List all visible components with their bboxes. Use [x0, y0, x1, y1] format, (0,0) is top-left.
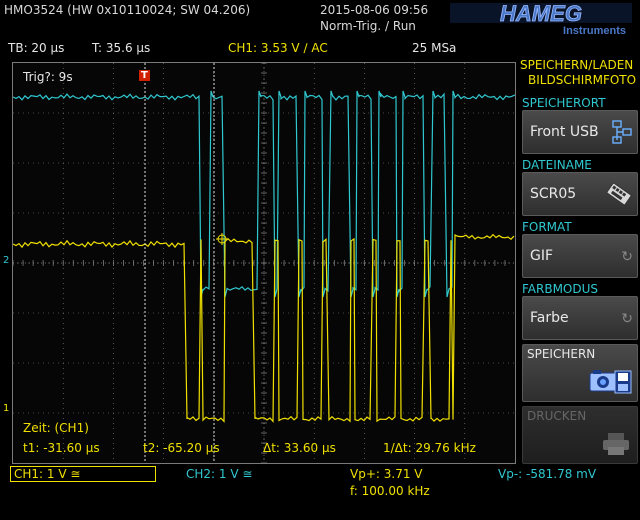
cursor-delta-t: Δt: 33.60 µs [263, 441, 336, 455]
section-title-colormode: FARBMODUS [522, 282, 599, 296]
section-title-format: FORMAT [522, 220, 572, 234]
ac-coupling-icon: ≅ [242, 467, 253, 481]
cursor-t2: t2: -65.20 µs [143, 441, 220, 455]
top-bar: HMO3524 (HW 0x10110024; SW 04.206) 2015-… [0, 0, 640, 40]
cursor-inverse-delta-t: 1/Δt: 29.76 kHz [383, 441, 476, 455]
rotary-knob-icon: ↻ [621, 311, 633, 327]
cursor-title: Zeit: (CH1) [23, 421, 89, 435]
trigger-time[interactable]: T: 35.6 µs [92, 41, 150, 55]
storage-location-button[interactable]: Front USB [522, 110, 638, 154]
sample-rate: 25 MSa [412, 41, 457, 55]
ch1-waveform [13, 233, 515, 423]
save-button[interactable]: SPEICHERN [522, 344, 638, 402]
brand-name: HAMEG [500, 3, 582, 26]
filename-value: SCR05 [530, 186, 577, 202]
device-info: HMO3524 (HW 0x10110024; SW 04.206) [4, 3, 251, 17]
softmenu-sidebar: SPEICHERN/LADEN BILDSCHIRMFOTO SPEICHERO… [520, 58, 640, 504]
section-title-location: SPEICHERORT [522, 96, 606, 110]
section-title-filename: DATEINAME [522, 158, 592, 172]
keyboard-icon [605, 180, 633, 212]
ch2-scale[interactable]: CH2: 1 V ≅ [186, 467, 252, 481]
ch2-offset-marker[interactable]: 2 [3, 255, 9, 266]
trigger-status: Norm-Trig. / Run [320, 19, 416, 33]
brand-sub: Instruments [563, 25, 626, 35]
waveform-svg [13, 63, 515, 463]
format-button[interactable]: GIF ↻ [522, 234, 638, 278]
printer-icon [601, 431, 631, 461]
ch1-offset-marker[interactable]: 1 [3, 403, 9, 414]
trigger-position-marker[interactable]: T [139, 70, 150, 81]
bottom-bar: CH1: 1 V ≅ CH2: 1 V ≅ Vp+: 3.71 V Vp-: -… [0, 464, 640, 520]
graticule [13, 63, 515, 463]
menu-title-line2: BILDSCHIRMFOTO [528, 73, 637, 87]
save-label: SPEICHERN [527, 347, 596, 361]
trigger-label: Trig?: 9s [23, 70, 73, 84]
print-label: DRUCKEN [527, 409, 587, 423]
filename-button[interactable]: SCR05 [522, 172, 638, 216]
timebase[interactable]: TB: 20 µs [8, 41, 64, 55]
ch1-scale: CH1: 1 V ≅ [14, 467, 81, 481]
rising-edge-icon: ∕ [303, 41, 308, 55]
measure-vp-minus: Vp-: -581.78 mV [498, 467, 597, 481]
format-value: GIF [530, 248, 554, 264]
trigger-info[interactable]: CH1: 3.53 V ∕ AC [228, 41, 328, 55]
cursor-crosshair-icon[interactable] [216, 233, 228, 245]
usb-drive-icon [611, 119, 633, 149]
status-row: TB: 20 µs T: 35.6 µs CH1: 3.53 V ∕ AC 25… [0, 40, 520, 58]
ac-coupling-icon: ≅ [70, 467, 81, 481]
color-mode-button[interactable]: Farbe ↻ [522, 296, 638, 340]
print-button[interactable]: DRUCKEN [522, 406, 638, 464]
waveform-display[interactable]: Trig?: 9s T 2 1 Zeit: (CH1) t1: -31.60 µ… [3, 62, 516, 464]
storage-location-value: Front USB [530, 124, 599, 140]
camera-save-icon [589, 367, 633, 401]
rotary-knob-icon: ↻ [621, 249, 633, 265]
color-mode-value: Farbe [530, 310, 569, 326]
menu-title-line1: SPEICHERN/LADEN [520, 58, 634, 72]
measure-frequency: f: 100.00 kHz [350, 484, 430, 498]
datetime: 2015-08-06 09:56 [320, 3, 429, 17]
brand-logo: HAMEG Instruments [450, 1, 632, 37]
measure-vp-plus: Vp+: 3.71 V [350, 467, 423, 481]
cursor-t1: t1: -31.60 µs [23, 441, 100, 455]
ch1-settings-box[interactable]: CH1: 1 V ≅ [10, 466, 156, 482]
